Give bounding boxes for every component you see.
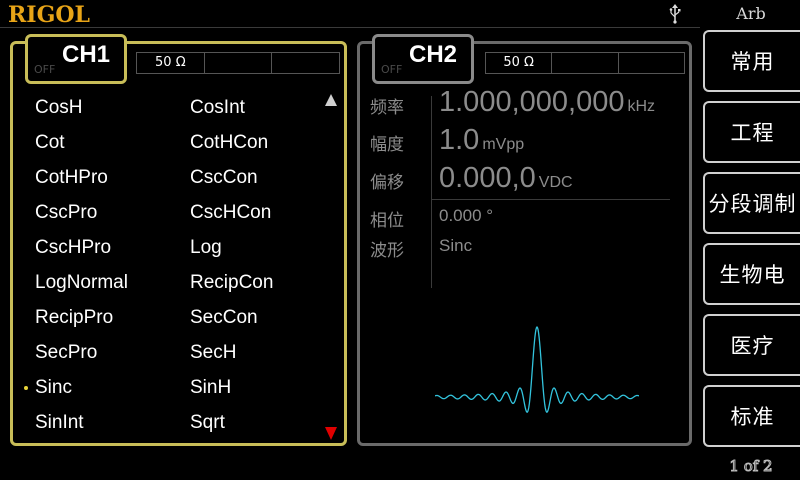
phase-value[interactable]: 0.000 ° bbox=[439, 206, 493, 226]
scroll-down-arrow-icon[interactable] bbox=[325, 427, 337, 440]
ch2-label: CH2 bbox=[409, 41, 458, 68]
ch2-panel[interactable]: OFF CH2 50 Ω 频率 1.000,000,000 kHz 幅度 1.0 m… bbox=[357, 34, 692, 446]
menu-button-common[interactable]: 常用 bbox=[703, 30, 800, 92]
selected-dot-icon bbox=[24, 386, 28, 390]
menu-button-medical[interactable]: 医疗 bbox=[703, 314, 800, 376]
waveform-preview bbox=[435, 325, 639, 413]
ch1-status-slot bbox=[205, 53, 273, 73]
offset-value[interactable]: 0.000,0 VDC bbox=[439, 162, 573, 195]
menu-button-engineering[interactable]: 工程 bbox=[703, 101, 800, 163]
list-item[interactable]: SecPro bbox=[24, 341, 179, 376]
offset-label: 偏移 bbox=[370, 173, 404, 193]
amp-label: 幅度 bbox=[370, 135, 404, 155]
ch1-tab[interactable]: OFF CH1 bbox=[25, 34, 127, 84]
sinc-waveform-trace bbox=[435, 325, 639, 413]
param-divider-horizontal bbox=[432, 199, 670, 200]
ch2-impedance: 50 Ω bbox=[486, 53, 553, 73]
rigol-logo: RIGOL bbox=[8, 2, 90, 28]
wave-value[interactable]: Sinc bbox=[439, 236, 472, 256]
list-item[interactable]: CscHPro bbox=[24, 236, 179, 271]
scroll-up-arrow-icon[interactable] bbox=[325, 94, 337, 106]
list-item[interactable]: RecipPro bbox=[24, 306, 179, 341]
list-item[interactable]: SecCon bbox=[179, 306, 324, 341]
ch2-output-state: OFF bbox=[381, 63, 403, 76]
amp-value[interactable]: 1.0 mVpp bbox=[439, 124, 524, 157]
ch2-status-bar: 50 Ω bbox=[485, 52, 685, 74]
list-item[interactable]: Cot bbox=[24, 131, 179, 166]
list-item[interactable]: SinH bbox=[179, 376, 324, 411]
ch1-label: CH1 bbox=[62, 41, 111, 68]
waveform-list[interactable]: CosH CosInt Cot CotHCon CotHPro CscCon C… bbox=[24, 96, 324, 446]
ch1-status-bar: 50 Ω bbox=[136, 52, 340, 74]
menu-button-standard[interactable]: 标准 bbox=[703, 385, 800, 447]
usb-icon bbox=[669, 4, 681, 24]
list-item[interactable]: LogNormal bbox=[24, 271, 179, 306]
list-item[interactable]: CscCon bbox=[179, 166, 324, 201]
list-item[interactable]: CscHCon bbox=[179, 201, 324, 236]
menu-button-segment-modulation[interactable]: 分段调制 bbox=[703, 172, 800, 234]
wave-label: 波形 bbox=[370, 241, 404, 261]
list-item[interactable]: CosInt bbox=[179, 96, 324, 131]
list-item[interactable]: CotHPro bbox=[24, 166, 179, 201]
list-item[interactable]: CotHCon bbox=[179, 131, 324, 166]
list-item[interactable]: SinInt bbox=[24, 411, 179, 446]
list-item[interactable]: CscPro bbox=[24, 201, 179, 236]
list-item[interactable]: RecipCon bbox=[179, 271, 324, 306]
list-item[interactable]: SecH bbox=[179, 341, 324, 376]
freq-label: 频率 bbox=[370, 98, 404, 118]
ch2-tab[interactable]: OFF CH2 bbox=[372, 34, 474, 84]
menu-button-bioelectric[interactable]: 生物电 bbox=[703, 243, 800, 305]
list-item-selected[interactable]: Sinc bbox=[24, 376, 179, 411]
title-divider bbox=[0, 27, 700, 28]
param-divider-vertical bbox=[431, 96, 432, 288]
list-item[interactable]: Log bbox=[179, 236, 324, 271]
ch1-impedance: 50 Ω bbox=[137, 53, 205, 73]
freq-value[interactable]: 1.000,000,000 kHz bbox=[439, 86, 655, 119]
list-item[interactable]: CosH bbox=[24, 96, 179, 131]
menu-page-indicator: 1 of 2 bbox=[729, 457, 773, 476]
ch1-panel[interactable]: OFF CH1 50 Ω CosH CosInt Cot CotHCon Cot… bbox=[10, 34, 347, 446]
list-item[interactable]: Sqrt bbox=[179, 411, 324, 446]
mode-title: Arb bbox=[736, 4, 766, 23]
ch1-output-state: OFF bbox=[34, 63, 56, 76]
ch2-status-slot bbox=[552, 53, 619, 73]
ch1-status-slot bbox=[272, 53, 339, 73]
ch2-status-slot bbox=[619, 53, 684, 73]
phase-label: 相位 bbox=[370, 211, 404, 231]
